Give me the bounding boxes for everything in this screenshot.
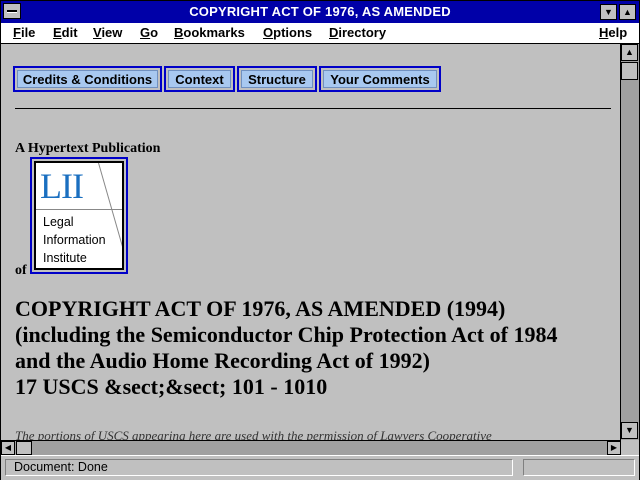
structure-button[interactable]: Structure xyxy=(237,66,317,92)
status-text: Document: Done xyxy=(5,459,513,476)
heading-line-1: COPYRIGHT ACT OF 1976, AS AMENDED (1994) xyxy=(15,296,506,321)
logo-text-legal: Legal xyxy=(43,215,74,229)
menu-help[interactable]: Help xyxy=(599,25,627,40)
your-comments-button[interactable]: Your Comments xyxy=(319,66,441,92)
scrollbar-corner xyxy=(621,440,639,455)
minimize-icon: ▼ xyxy=(604,7,613,17)
browser-window: COPYRIGHT ACT OF 1976, AS AMENDED ▼ ▲ Fi… xyxy=(0,0,640,480)
minimize-button[interactable]: ▼ xyxy=(600,4,617,20)
maximize-icon: ▲ xyxy=(623,7,632,17)
heading-line-4: 17 USCS &sect;&sect; 101 - 1010 xyxy=(15,374,328,399)
horizontal-rule xyxy=(15,108,611,109)
scroll-down-button[interactable]: ▼ xyxy=(621,422,638,439)
maximize-button[interactable]: ▲ xyxy=(619,4,636,20)
credits-conditions-label: Credits & Conditions xyxy=(17,70,158,88)
title-bar: COPYRIGHT ACT OF 1976, AS AMENDED ▼ ▲ xyxy=(1,1,639,23)
scroll-up-button[interactable]: ▲ xyxy=(621,44,638,61)
menu-bookmarks[interactable]: Bookmarks xyxy=(174,25,245,40)
vertical-scrollbar[interactable]: ▲ ▼ xyxy=(620,44,639,440)
lii-logo: LII Legal Information Institute xyxy=(34,161,124,270)
arrow-down-icon: ▼ xyxy=(625,425,634,435)
menu-options[interactable]: Options xyxy=(263,25,312,40)
structure-label: Structure xyxy=(241,70,313,88)
publication-line: A Hypertext Publication xyxy=(15,141,161,156)
context-label: Context xyxy=(168,70,231,88)
menu-directory[interactable]: Directory xyxy=(329,25,386,40)
logo-text-information: Information xyxy=(43,233,106,247)
progress-indicator xyxy=(523,459,635,476)
arrow-left-icon: ◀ xyxy=(4,443,12,452)
menu-view[interactable]: View xyxy=(93,25,122,40)
logo-divider xyxy=(36,209,122,210)
scroll-right-button[interactable]: ▶ xyxy=(607,441,621,455)
arrow-right-icon: ▶ xyxy=(610,443,618,452)
of-line: of xyxy=(15,263,27,278)
arrow-up-icon: ▲ xyxy=(625,47,634,57)
page-heading: COPYRIGHT ACT OF 1976, AS AMENDED (1994)… xyxy=(15,296,615,400)
your-comments-label: Your Comments xyxy=(323,70,437,88)
credits-conditions-button[interactable]: Credits & Conditions xyxy=(13,66,162,92)
lii-logo-mark: LII xyxy=(40,166,84,206)
permission-notice: The portions of USCS appearing here are … xyxy=(15,428,492,440)
logo-text-institute: Institute xyxy=(43,251,87,265)
window-title: COPYRIGHT ACT OF 1976, AS AMENDED xyxy=(189,4,451,19)
lii-logo-link[interactable]: LII Legal Information Institute xyxy=(30,157,128,274)
status-bar: Document: Done xyxy=(1,455,639,480)
vertical-scroll-thumb[interactable] xyxy=(621,62,638,80)
scroll-left-button[interactable]: ◀ xyxy=(1,441,15,455)
menu-file[interactable]: File xyxy=(13,25,35,40)
horizontal-scrollbar[interactable]: ◀ ▶ xyxy=(1,440,621,455)
heading-line-3: and the Audio Home Recording Act of 1992… xyxy=(15,348,430,373)
menu-edit[interactable]: Edit xyxy=(53,25,78,40)
menu-bar: File Edit View Go Bookmarks Options Dire… xyxy=(1,23,639,44)
document-view: Credits & Conditions Context Structure Y… xyxy=(1,44,621,440)
menu-go[interactable]: Go xyxy=(140,25,158,40)
heading-line-2: (including the Semiconductor Chip Protec… xyxy=(15,322,558,347)
horizontal-scroll-thumb[interactable] xyxy=(16,441,32,455)
lii-logo-text: Legal Information Institute xyxy=(43,213,106,267)
context-button[interactable]: Context xyxy=(164,66,235,92)
